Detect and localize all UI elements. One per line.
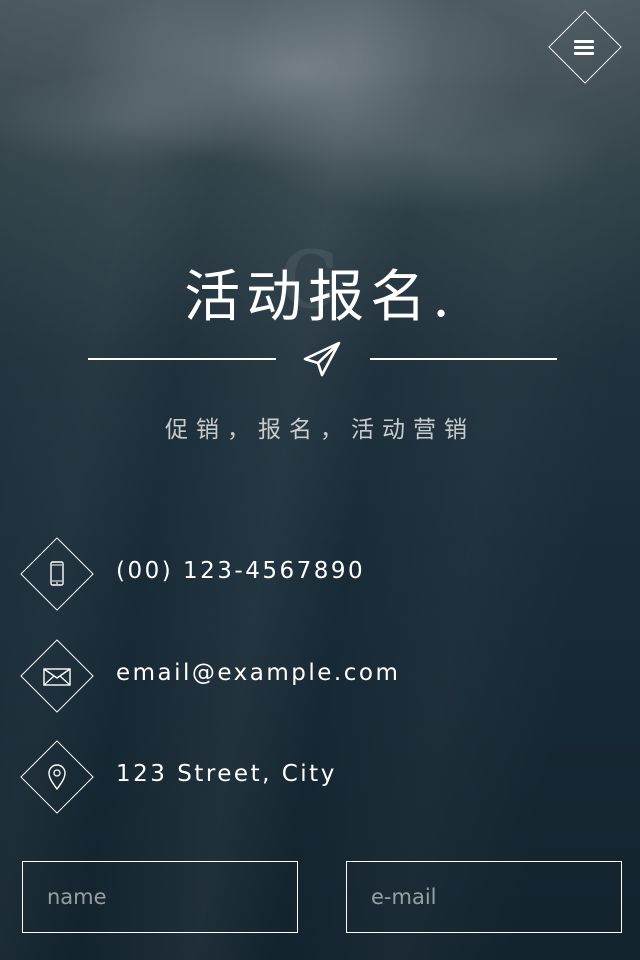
name-input[interactable]	[22, 861, 298, 933]
divider-left	[88, 358, 276, 360]
contact-address-text: 123 Street, City	[116, 761, 337, 787]
contact-email: email@example.com	[0, 637, 640, 717]
paper-plane-icon	[303, 341, 341, 377]
contact-email-text[interactable]: email@example.com	[116, 660, 400, 686]
contact-address: 123 Street, City	[0, 738, 640, 818]
location-pin-icon	[48, 764, 66, 791]
menu-icon[interactable]	[574, 40, 594, 56]
phone-icon	[50, 561, 64, 586]
envelope-icon	[43, 668, 71, 686]
contact-phone: (00) 123-4567890	[0, 535, 640, 615]
page-title: 活动报名.	[184, 265, 456, 330]
email-input[interactable]	[346, 861, 622, 933]
contact-phone-text[interactable]: (00) 123-4567890	[116, 558, 365, 584]
divider-right	[370, 358, 557, 360]
page-subtitle: 促销，报名，活动营销	[165, 417, 475, 443]
